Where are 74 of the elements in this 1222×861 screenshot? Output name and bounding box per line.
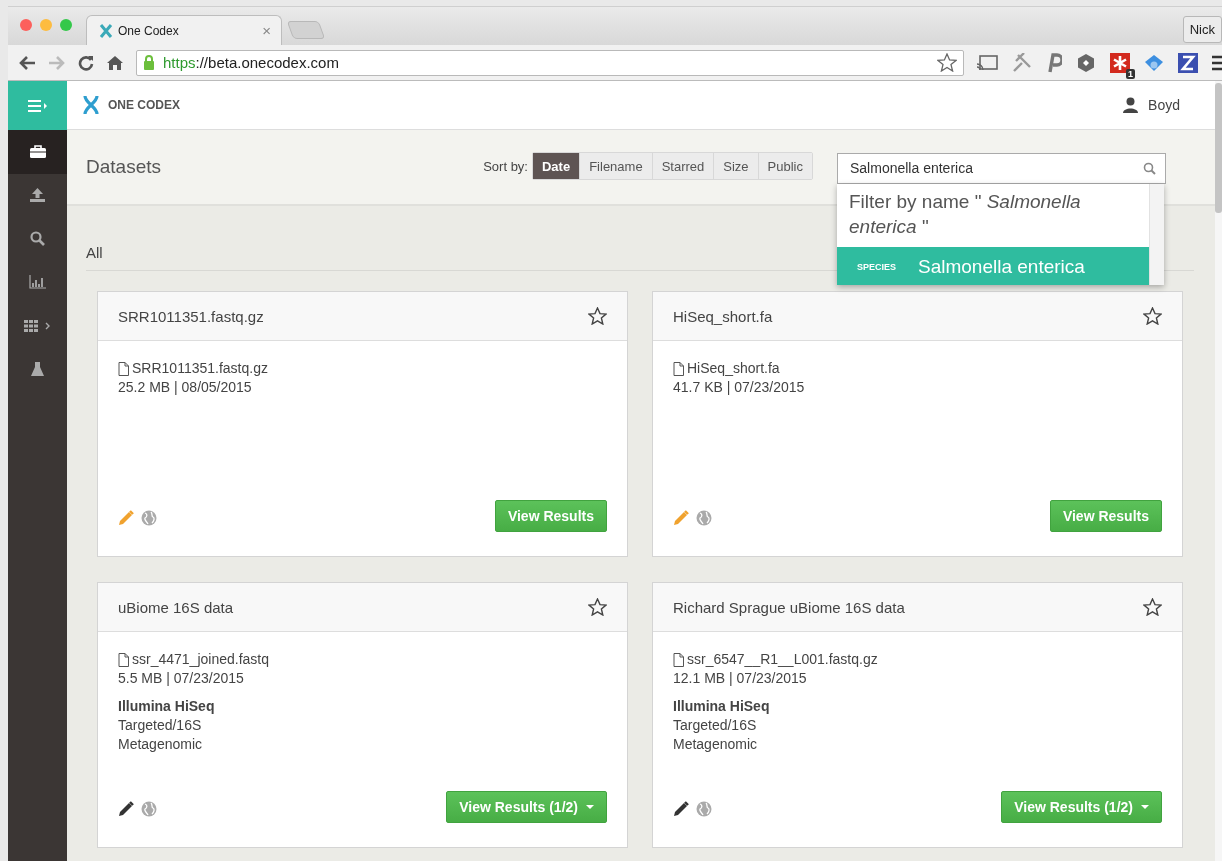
search-field[interactable]: Salmonella enterica (837, 152, 1166, 184)
browser-tab[interactable]: One Codex × (86, 15, 282, 45)
diamond-icon[interactable] (1144, 53, 1164, 72)
badge: 1 (1126, 68, 1135, 79)
sidebar-toggle-icon[interactable] (26, 98, 49, 113)
address-bar[interactable]: https://beta.onecodex.com (136, 49, 964, 76)
file-name: ssr_6547__R1__L001.fastq.gz (687, 650, 878, 669)
file-meta: 41.7 KB | 07/23/2015 (673, 378, 806, 397)
file-name: SRR1011351.fastq.gz (132, 359, 268, 378)
star-icon[interactable] (937, 53, 957, 72)
url-text: https://beta.onecodex.com (163, 54, 340, 71)
search-icon[interactable] (1143, 161, 1156, 175)
close-icon[interactable]: × (262, 22, 271, 39)
back-icon[interactable] (18, 54, 36, 71)
briefcase-icon (29, 145, 46, 159)
user-icon[interactable] (1123, 97, 1139, 113)
scrollbar[interactable] (1149, 183, 1164, 285)
file-name: ssr_4471_joined.fastq (132, 650, 269, 669)
file-name: HiSeq_short.fa (687, 359, 780, 378)
file-icon (118, 652, 129, 667)
hexagon-icon[interactable] (1076, 52, 1096, 73)
grid-icon[interactable] (24, 319, 51, 332)
sort-button[interactable]: Starred (651, 153, 714, 179)
asterisk-icon[interactable] (1110, 52, 1130, 73)
sort-button[interactable]: Date (533, 153, 580, 179)
file-icon (673, 652, 684, 667)
file-meta: 25.2 MB | 08/05/2015 (118, 378, 253, 397)
p-letter-icon[interactable] (1046, 52, 1062, 73)
platform-name: Illumina HiSeq (118, 697, 216, 716)
menu-icon[interactable] (1212, 54, 1222, 71)
star-icon[interactable] (1143, 598, 1162, 616)
card-title: Richard Sprague uBiome 16S data (673, 598, 905, 616)
flask-icon[interactable] (31, 362, 44, 377)
suggestion-item[interactable]: Filter by name " Salmonella enterica " (837, 183, 1149, 245)
detail-text: Metagenomic (673, 735, 759, 754)
star-icon[interactable] (588, 307, 607, 325)
cast-icon[interactable] (976, 53, 998, 72)
species-tag: SPECIES (857, 261, 896, 272)
profile-button[interactable]: Nick (1182, 15, 1222, 43)
scrollbar[interactable] (1215, 81, 1222, 861)
file-meta: 12.1 MB | 07/23/2015 (673, 669, 808, 688)
upload-icon[interactable] (30, 188, 45, 203)
sort-button[interactable]: Filename (579, 153, 652, 179)
star-icon[interactable] (1143, 307, 1162, 325)
file-meta: 5.5 MB | 07/23/2015 (118, 669, 245, 688)
detail-text: Metagenomic (118, 735, 204, 754)
search-icon[interactable] (30, 231, 45, 247)
card-title: HiSeq_short.fa (673, 307, 773, 325)
detail-text: Targeted/16S (118, 716, 203, 735)
sort-button[interactable]: Public (757, 153, 812, 179)
reload-icon[interactable] (78, 54, 94, 71)
pencil-icon[interactable] (118, 801, 134, 817)
logo-icon[interactable] (83, 95, 99, 115)
pencil-icon[interactable] (673, 801, 689, 817)
card-title: SRR1011351.fastq.gz (118, 307, 264, 325)
lock-icon (143, 55, 155, 70)
file-icon (118, 361, 129, 376)
sort-label: Sort by: (483, 158, 528, 174)
page-title: Datasets (86, 156, 162, 178)
file-icon (673, 361, 684, 376)
card-title: uBiome 16S data (118, 598, 234, 616)
logo-icon (99, 23, 113, 38)
z-letter-icon[interactable] (1178, 52, 1198, 73)
home-icon[interactable] (106, 54, 124, 71)
bar-chart-icon[interactable] (29, 275, 46, 290)
star-icon[interactable] (588, 598, 607, 616)
user-name[interactable]: Boyd (1148, 97, 1180, 113)
sidebar-item[interactable] (8, 130, 67, 174)
detail-text: Targeted/16S (673, 716, 758, 735)
tab-title: One Codex (118, 23, 180, 38)
sort-button[interactable]: Size (713, 153, 758, 179)
platform-name: Illumina HiSeq (673, 697, 771, 716)
brand-name[interactable]: ONE CODEX (108, 98, 180, 112)
species-name: Salmonella enterica (918, 255, 1085, 278)
